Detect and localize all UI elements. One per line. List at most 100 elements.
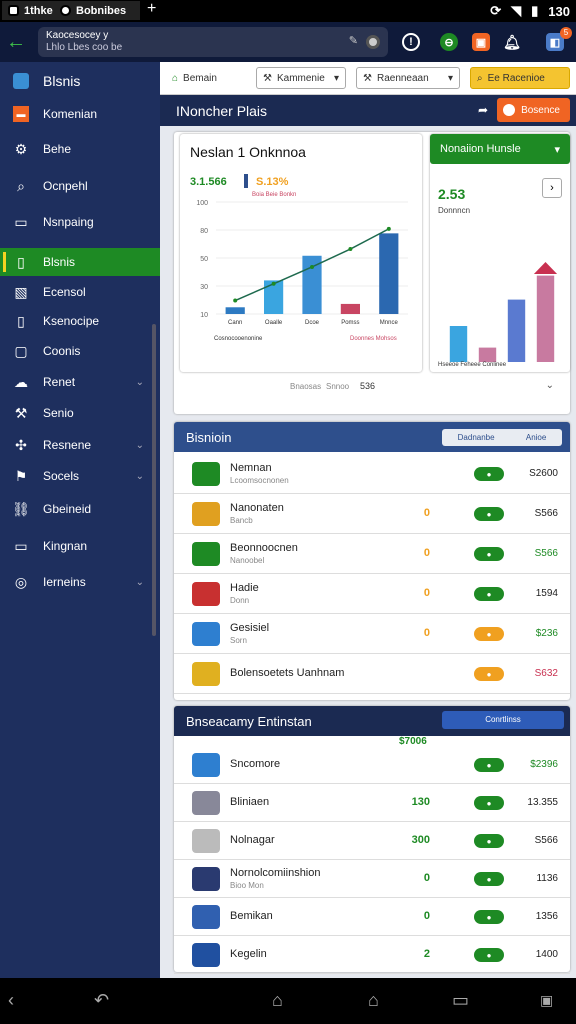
status-toggle[interactable]: ●: [474, 467, 504, 481]
list-item[interactable]: Sncomore ● $2396: [174, 746, 570, 784]
primary-action-button[interactable]: Bosence: [497, 98, 570, 122]
new-tab-button[interactable]: +: [147, 0, 156, 18]
y-tick-label: 100: [196, 200, 208, 207]
back-icon[interactable]: ‹: [8, 990, 14, 1011]
sidebar-item[interactable]: ✣ Resnene ⌄: [0, 431, 160, 459]
sidebar-item[interactable]: ▭ Nsnpaing: [0, 208, 160, 236]
folder-icon: ▬: [13, 106, 29, 122]
bell-icon[interactable]: 🔔︎: [503, 33, 521, 51]
list-item[interactable]: Nolnagar 300 ● S566: [174, 822, 570, 860]
sidebar-item[interactable]: ⌕ Ocnpehl: [0, 172, 160, 200]
item-sub: Lcoomsocnonen: [230, 476, 289, 485]
sidebar-item[interactable]: ▭ Kingnan: [0, 532, 160, 560]
menu-icon[interactable]: ▣: [540, 992, 553, 1009]
company-logo: [192, 582, 220, 606]
item-name: Nornolcomiinshion: [230, 867, 321, 879]
filter-dropdown[interactable]: ⚒ Kammenie ▾: [256, 67, 346, 89]
sidebar-item[interactable]: ⛓ Gbeineid: [0, 495, 160, 523]
charts-panel: Neslan 1 Onknnoa 3.1.566 S.13% 100 80 50 30…: [174, 132, 570, 414]
home-icon[interactable]: ⌂: [272, 990, 283, 1011]
sidebar-item-label: Nsnpaing: [43, 215, 94, 229]
status-toggle[interactable]: ●: [474, 948, 504, 962]
company-logo: [192, 502, 220, 526]
sidebar-item[interactable]: ▯ Blsnis: [0, 248, 160, 276]
status-toggle[interactable]: ●: [474, 910, 504, 924]
section-filter[interactable]: Dadnanbe Anioe: [442, 429, 562, 446]
sidebar-item[interactable]: ▧ Ecensol: [0, 278, 160, 306]
list-item[interactable]: Beonnoocnen Nanoobel 0 ● S566: [174, 534, 570, 574]
home-button[interactable]: ⌂ Bemain: [166, 67, 223, 89]
main-content: ⌂ Bemain ⚒ Kammenie ▾ ⚒ Raenneaan ▾ ⌕ Ee Racen…: [160, 62, 576, 978]
column-value: $7006: [399, 736, 427, 747]
status-toggle[interactable]: ●: [474, 587, 504, 601]
undo-icon[interactable]: ↶: [94, 990, 109, 1011]
sidebar-item[interactable]: ▬ Komenian: [0, 100, 160, 128]
browser-tab[interactable]: 1thke: [2, 1, 59, 20]
list-item[interactable]: Kegelin 2 ● 1400: [174, 936, 570, 974]
bookmark-icon[interactable]: ⌂: [368, 990, 379, 1011]
list-item[interactable]: Bemikan 0 ● 1356: [174, 898, 570, 936]
item-value: S566: [534, 548, 558, 559]
footer-value: 536: [360, 381, 376, 391]
tabs-icon[interactable]: ▭: [452, 990, 469, 1011]
chart-footnote: Hseeoe Feheee Conlinee: [438, 362, 507, 368]
sort-dropdown[interactable]: ⚒ Raenneaan ▾: [356, 67, 460, 89]
list-item[interactable]: Bolensoetets Uanhnam ● S632: [174, 654, 570, 694]
status-toggle[interactable]: ●: [474, 507, 504, 521]
sidebar-item[interactable]: ◎ Ierneins ⌄: [0, 568, 160, 596]
sidebar-scrollbar[interactable]: [152, 324, 156, 636]
record-icon[interactable]: [366, 35, 380, 49]
item-value: S2600: [529, 468, 558, 479]
filter-option[interactable]: Dadnanbe: [458, 433, 495, 442]
cloud-icon: ☁: [14, 373, 28, 390]
status-toggle[interactable]: ●: [474, 667, 504, 681]
next-arrow-icon[interactable]: ›: [542, 178, 562, 198]
share-icon[interactable]: ➦: [478, 103, 488, 117]
item-count: 0: [423, 547, 430, 559]
list-item[interactable]: Gesisiel Sorn 0 ● $236: [174, 614, 570, 654]
status-toggle[interactable]: ●: [474, 547, 504, 561]
chevron-down-icon: ⌄: [135, 439, 144, 451]
sidebar-brand[interactable]: Blsnis: [0, 67, 160, 95]
tab-title: Bobnibes: [76, 4, 127, 17]
status-toggle[interactable]: ●: [474, 834, 504, 848]
filter-option[interactable]: Anioe: [526, 433, 546, 442]
list-item[interactable]: Bliniaen 130 ● 13.355: [174, 784, 570, 822]
sidebar-item[interactable]: ⚙ Behe: [0, 135, 160, 163]
item-name: Kegelin: [230, 948, 267, 960]
x-tick-label: Mnnce: [380, 320, 399, 326]
list-item[interactable]: Nanonaten Bancb 0 ● S566: [174, 494, 570, 534]
sidebar-item[interactable]: ⚑ Socels ⌄: [0, 462, 160, 490]
sidebar-item[interactable]: ▯ Ksenocipe: [0, 307, 160, 335]
item-count: 130: [411, 796, 430, 808]
url-field[interactable]: Kaocesocey y Lhlo Lbes coo be ✎: [38, 27, 388, 57]
chart-card: Neslan 1 Onknnoa 3.1.566 S.13% 100 80 50 30…: [180, 134, 422, 372]
sidebar-item[interactable]: ☁ Renet ⌄: [0, 368, 160, 396]
sidebar-item[interactable]: ⚒ Senio: [0, 399, 160, 427]
tool-icon[interactable]: ✎: [349, 35, 358, 47]
status-toggle[interactable]: ●: [474, 627, 504, 641]
list-item[interactable]: Hadie Donn 0 ● 1594: [174, 574, 570, 614]
section-action-button[interactable]: Conrtlinss: [442, 711, 564, 729]
side-chart-header[interactable]: Nonaiion Hunsle ▾: [430, 134, 570, 164]
company-logo: [192, 905, 220, 929]
y-tick-label: 10: [200, 312, 208, 319]
info-icon[interactable]: !: [402, 33, 420, 51]
url-subline: Lhlo Lbes coo be: [46, 42, 123, 53]
sidebar-item[interactable]: ▢ Coonis: [0, 337, 160, 365]
sidebar-item-label: Komenian: [43, 107, 98, 121]
status-toggle[interactable]: ●: [474, 872, 504, 886]
browser-tab-active[interactable]: Bobnibes: [54, 1, 140, 20]
company-logo: [192, 753, 220, 777]
status-toggle[interactable]: ●: [474, 796, 504, 810]
back-arrow-icon[interactable]: ←: [6, 31, 26, 54]
item-name: Bliniaen: [230, 796, 270, 808]
extension-icon[interactable]: ⊖: [440, 33, 458, 51]
list-item[interactable]: Nornolcomiinshion Bioo Mon 0 ● 1136: [174, 860, 570, 898]
chevron-down-icon[interactable]: ⌄: [546, 380, 554, 391]
shopping-icon[interactable]: ▣: [472, 33, 490, 51]
list-item[interactable]: Nemnan Lcoomsocnonen ● S2600: [174, 454, 570, 494]
tool-icon: ⚒: [263, 72, 272, 84]
add-button[interactable]: ⌕ Ee Racenioe: [470, 67, 570, 89]
status-toggle[interactable]: ●: [474, 758, 504, 772]
